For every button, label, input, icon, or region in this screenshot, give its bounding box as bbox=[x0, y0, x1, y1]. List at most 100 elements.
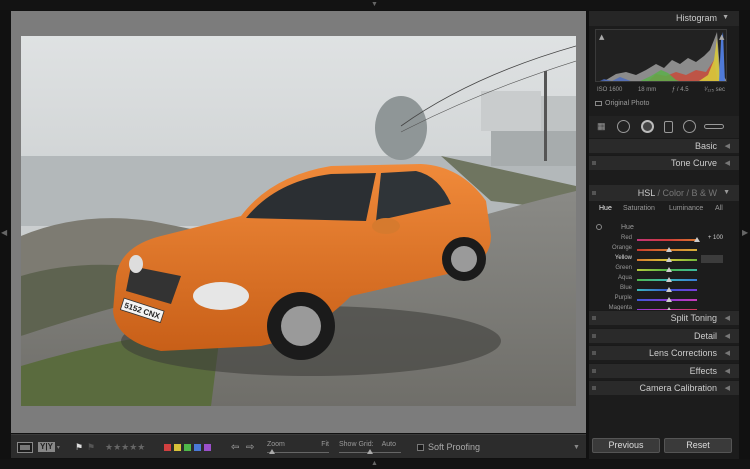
section-basic-arrow-icon[interactable]: ◀ bbox=[725, 142, 730, 150]
shadow-clip-icon[interactable]: ▲ bbox=[599, 33, 605, 41]
lens-corrections-switch-icon[interactable] bbox=[592, 351, 596, 355]
show-grid-label: Show Grid: bbox=[339, 441, 374, 448]
hue-green-knob[interactable] bbox=[665, 267, 672, 272]
hue-red-label: Red bbox=[620, 235, 632, 241]
hsl-tab-all[interactable]: All bbox=[715, 205, 723, 212]
hsl-title-color[interactable]: Color bbox=[662, 188, 684, 198]
color-labels[interactable] bbox=[164, 435, 214, 459]
section-lens-corrections-title: Lens Corrections bbox=[648, 348, 717, 358]
hue-group-label: Hue bbox=[621, 224, 634, 231]
soft-proofing-label: Soft Proofing bbox=[428, 442, 481, 452]
section-detail[interactable]: Detail ◀ bbox=[589, 328, 739, 343]
exif-shutter: ¹⁄₁₂₅ sec bbox=[704, 87, 725, 93]
panel-footer: Previous Reset bbox=[589, 437, 739, 457]
hue-red-slider[interactable] bbox=[637, 239, 697, 241]
original-photo-label: Original Photo bbox=[605, 100, 650, 107]
section-basic[interactable]: Basic ◀ bbox=[589, 138, 739, 153]
zoom-slider-knob[interactable] bbox=[269, 449, 275, 454]
hue-row-orange: Orange bbox=[589, 245, 739, 255]
hue-red-value[interactable]: + 100 bbox=[701, 235, 723, 241]
histogram-header[interactable]: Histogram ▼ bbox=[589, 11, 739, 26]
left-panel-toggle-icon[interactable]: ◀ bbox=[1, 228, 7, 237]
hue-orange-knob[interactable] bbox=[665, 247, 672, 252]
hue-yellow-knob[interactable] bbox=[665, 257, 672, 262]
graduated-filter-icon[interactable] bbox=[664, 121, 673, 133]
effects-switch-icon[interactable] bbox=[592, 369, 596, 373]
section-tone-curve-arrow-icon[interactable]: ◀ bbox=[725, 159, 730, 167]
color-label-purple[interactable] bbox=[204, 443, 211, 451]
star-rating[interactable]: ★★★★★ bbox=[105, 435, 145, 459]
hue-aqua-label: Aqua bbox=[617, 275, 632, 281]
section-hsl[interactable]: HSL / Color / B & W ▼ bbox=[589, 185, 739, 201]
hue-aqua-knob[interactable] bbox=[665, 277, 672, 282]
hsl-tab-luminance[interactable]: Luminance bbox=[669, 205, 703, 212]
hsl-tabs: Hue Saturation Luminance All bbox=[593, 204, 735, 216]
section-tone-curve-title: Tone Curve bbox=[670, 158, 717, 168]
hsl-tab-hue[interactable]: Hue bbox=[599, 205, 612, 212]
photo-preview[interactable]: 5152 CNX bbox=[21, 36, 576, 406]
spot-removal-icon[interactable] bbox=[617, 120, 630, 133]
next-photo-icon[interactable]: ⇨ bbox=[246, 435, 254, 459]
section-lens-corrections[interactable]: Lens Corrections ◀ bbox=[589, 345, 739, 360]
adjustment-brush-icon[interactable] bbox=[704, 124, 724, 129]
color-label-red[interactable] bbox=[164, 443, 171, 451]
toolbar-menu-icon[interactable]: ▼ bbox=[573, 435, 580, 459]
grid-slider[interactable] bbox=[339, 449, 401, 454]
tool-strip: ▦ bbox=[589, 116, 739, 138]
photo-canvas: 5152 CNX bbox=[11, 11, 586, 433]
reset-button[interactable]: Reset bbox=[664, 438, 732, 453]
loupe-view-button[interactable] bbox=[17, 441, 33, 453]
hsl-switch-icon[interactable] bbox=[592, 191, 596, 195]
section-tone-curve[interactable]: Tone Curve ◀ bbox=[589, 155, 739, 170]
color-label-blue[interactable] bbox=[194, 443, 201, 451]
hue-blue-knob[interactable] bbox=[665, 287, 672, 292]
hue-purple-knob[interactable] bbox=[665, 297, 672, 302]
before-after-button[interactable]: Y|Y bbox=[38, 442, 55, 452]
hsl-tab-saturation[interactable]: Saturation bbox=[623, 205, 655, 212]
red-eye-icon[interactable] bbox=[641, 120, 654, 133]
hue-row-blue: Blue bbox=[589, 285, 739, 295]
top-panel-toggle-icon[interactable]: ▼ bbox=[371, 1, 378, 8]
histogram-toggle-icon[interactable]: ▼ bbox=[722, 14, 729, 21]
hsl-title-hsl[interactable]: HSL bbox=[638, 188, 655, 198]
hue-row-yellow: Yellow bbox=[589, 255, 739, 265]
zoom-slider[interactable] bbox=[267, 449, 329, 454]
flag-pick-icon[interactable]: ⚑ bbox=[75, 435, 83, 459]
color-label-green[interactable] bbox=[184, 443, 191, 451]
radial-filter-icon[interactable] bbox=[683, 120, 696, 133]
flag-reject-icon[interactable]: ⚑ bbox=[87, 435, 95, 459]
section-hsl-arrow-icon[interactable]: ▼ bbox=[723, 189, 730, 196]
filmstrip-toggle-icon[interactable]: ▲ bbox=[371, 460, 378, 467]
camera-calibration-switch-icon[interactable] bbox=[592, 386, 596, 390]
soft-proofing-checkbox[interactable] bbox=[417, 443, 424, 451]
hue-yellow-value-box[interactable] bbox=[701, 255, 723, 263]
hue-green-label: Green bbox=[615, 265, 632, 271]
before-after-dropdown-icon[interactable]: ▾ bbox=[57, 444, 60, 451]
section-detail-arrow-icon[interactable]: ◀ bbox=[725, 332, 730, 340]
hue-row-green: Green bbox=[589, 265, 739, 275]
hsl-title-bw[interactable]: B & W bbox=[691, 188, 717, 198]
previous-button[interactable]: Previous bbox=[592, 438, 660, 453]
section-effects[interactable]: Effects ◀ bbox=[589, 363, 739, 378]
hue-row-purple: Purple bbox=[589, 295, 739, 305]
section-split-toning[interactable]: Split Toning ◀ bbox=[589, 310, 739, 325]
right-panel-toggle-icon[interactable]: ▶ bbox=[742, 228, 748, 237]
split-toning-switch-icon[interactable] bbox=[592, 316, 596, 320]
show-grid-value[interactable]: Auto bbox=[382, 441, 396, 448]
highlight-clip-icon[interactable]: ▲ bbox=[719, 33, 725, 41]
detail-switch-icon[interactable] bbox=[592, 334, 596, 338]
targeted-adjustment-icon[interactable] bbox=[596, 224, 602, 230]
section-effects-arrow-icon[interactable]: ◀ bbox=[725, 367, 730, 375]
crop-tool-icon[interactable]: ▦ bbox=[597, 121, 606, 132]
section-split-toning-arrow-icon[interactable]: ◀ bbox=[725, 314, 730, 322]
histogram-graph[interactable]: ▲ ▲ bbox=[595, 29, 727, 82]
tone-curve-switch-icon[interactable] bbox=[592, 161, 596, 165]
section-lens-corrections-arrow-icon[interactable]: ◀ bbox=[725, 349, 730, 357]
previous-photo-icon[interactable]: ⇦ bbox=[231, 435, 239, 459]
hue-blue-label: Blue bbox=[619, 285, 632, 291]
section-camera-calibration-arrow-icon[interactable]: ◀ bbox=[725, 384, 730, 392]
hue-red-knob[interactable] bbox=[694, 237, 700, 242]
grid-slider-knob[interactable] bbox=[367, 449, 373, 454]
section-camera-calibration[interactable]: Camera Calibration ◀ bbox=[589, 380, 739, 395]
color-label-yellow[interactable] bbox=[174, 443, 181, 451]
